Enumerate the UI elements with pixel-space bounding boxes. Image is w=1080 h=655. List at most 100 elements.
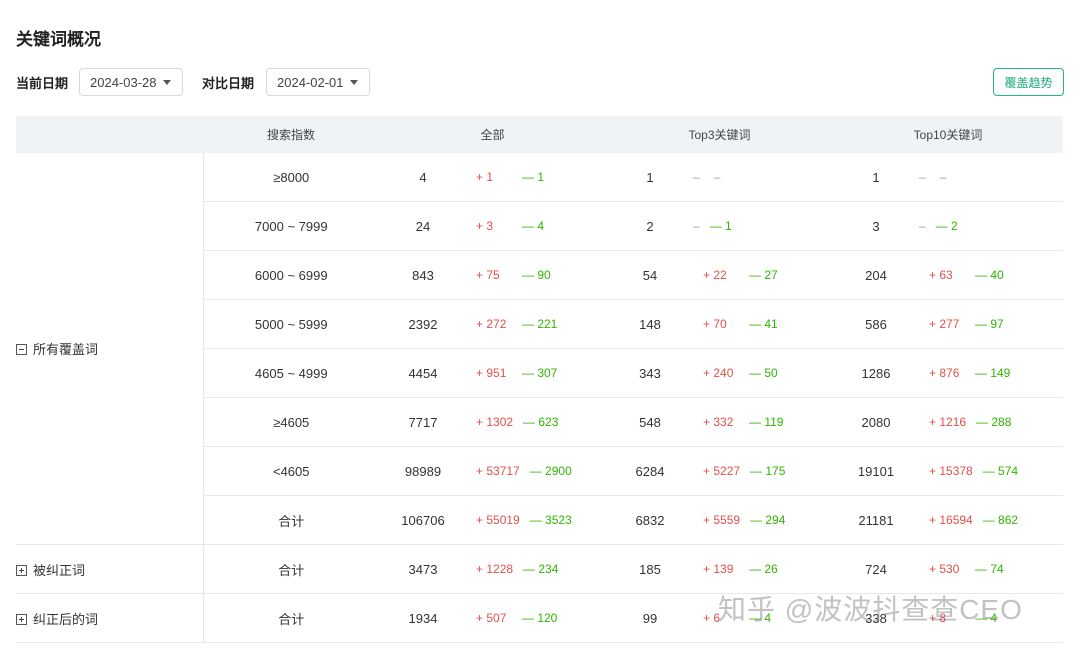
increase-value: + 277 <box>929 317 960 331</box>
current-date-label: 当前日期 <box>16 76 69 91</box>
column-header: Top3关键词 <box>606 116 833 153</box>
total-value: 54 <box>642 267 658 283</box>
range-cell: 7000 ~ 7999 <box>203 201 379 251</box>
column-header: 搜索指数 <box>203 116 379 153</box>
increase-value: + 63 <box>929 268 953 282</box>
table-header-row: 搜索指数 全部 Top3关键词 Top10关键词 <box>16 116 1063 153</box>
top10-cell: 19101 + 15378 — 574 <box>833 446 1063 496</box>
decrease-value: — 288 <box>976 415 1012 429</box>
increase-value: + 53717 <box>476 464 520 478</box>
decrease-value: — 294 <box>750 513 786 527</box>
total-value: 548 <box>639 414 661 430</box>
top10-cell: 1 – – <box>833 153 1063 202</box>
total-value: 586 <box>865 316 887 332</box>
decrease-value: – <box>939 170 947 184</box>
total-value: 148 <box>639 316 661 332</box>
range-cell: ≥8000 <box>203 153 379 202</box>
increase-value: + 1228 <box>476 562 514 576</box>
total-value: 204 <box>865 267 887 283</box>
increase-value: + 15378 <box>929 464 973 478</box>
total-value: 2080 <box>861 414 891 430</box>
total-value: 4454 <box>408 365 438 381</box>
total-value: 3473 <box>408 561 438 577</box>
decrease-value: — 97 <box>975 317 1004 331</box>
increase-value: + 5227 <box>703 464 741 478</box>
top3-cell: 343 + 240 — 50 <box>606 348 833 398</box>
expand-icon[interactable] <box>16 564 27 576</box>
current-date-select[interactable]: 2024-03-28 <box>79 68 183 96</box>
range-cell: 合计 <box>203 495 379 545</box>
group-label: 所有覆盖词 <box>33 342 99 357</box>
total-value: 1 <box>646 169 654 185</box>
top10-cell: 586 + 277 — 97 <box>833 299 1063 349</box>
increase-value: + 5559 <box>703 513 741 527</box>
increase-value: + 16594 <box>929 513 973 527</box>
increase-value: + 6 <box>703 611 721 625</box>
top3-cell: 2 – — 1 <box>606 201 833 251</box>
decrease-value: — 50 <box>749 366 778 380</box>
decrease-value: — 3523 <box>529 513 572 527</box>
top3-cell: 548 + 332 — 119 <box>606 397 833 447</box>
top3-cell: 54 + 22 — 27 <box>606 250 833 300</box>
top3-cell: 1 – – <box>606 153 833 202</box>
top10-cell: 724 + 530 — 74 <box>833 544 1063 594</box>
group-cell[interactable]: 被纠正词 <box>16 544 204 594</box>
total-value: 4 <box>419 169 427 185</box>
decrease-value: – <box>713 170 721 184</box>
increase-value: – <box>693 219 700 233</box>
total-value: 99 <box>642 610 658 626</box>
all-cell: 4 + 1 — 1 <box>379 153 606 202</box>
top10-cell: 3 – — 2 <box>833 201 1063 251</box>
decrease-value: — 2 <box>935 219 958 233</box>
increase-value: + 70 <box>703 317 727 331</box>
increase-value: – <box>919 219 926 233</box>
total-value: 6284 <box>635 463 665 479</box>
total-value: 843 <box>412 267 434 283</box>
all-cell: 3473 + 1228 — 234 <box>379 544 606 594</box>
increase-value: + 876 <box>929 366 960 380</box>
range-cell: 合计 <box>203 544 379 594</box>
compare-date-select[interactable]: 2024-02-01 <box>266 68 370 96</box>
compare-date-value: 2024-02-01 <box>277 74 344 90</box>
keyword-overview-table: 搜索指数 全部 Top3关键词 Top10关键词 所有覆盖词 ≥8000 4 + 1 — 11… <box>16 116 1063 643</box>
decrease-value: — 307 <box>522 366 558 380</box>
increase-value: + 139 <box>703 562 734 576</box>
table-row: 纠正后的词 合计 1934 + 507 — 120 99 + 6 — 4 338 + 8 — 4 <box>16 593 1063 643</box>
compare-date-label: 对比日期 <box>202 76 255 91</box>
collapse-icon[interactable] <box>16 344 27 356</box>
total-value: 3 <box>872 218 880 234</box>
decrease-value: — 623 <box>523 415 559 429</box>
increase-value: + 272 <box>476 317 507 331</box>
total-value: 24 <box>415 218 431 234</box>
top3-cell: 148 + 70 — 41 <box>606 299 833 349</box>
total-value: 343 <box>639 365 661 381</box>
increase-value: – <box>919 170 926 184</box>
all-cell: 106706 + 55019 — 3523 <box>379 495 606 545</box>
top3-cell: 99 + 6 — 4 <box>606 593 833 643</box>
group-cell[interactable]: 所有覆盖词 <box>16 153 204 545</box>
coverage-trend-button[interactable]: 覆盖趋势 <box>993 68 1064 96</box>
total-value: 106706 <box>401 512 445 528</box>
increase-value: – <box>693 170 700 184</box>
all-cell: 7717 + 1302 — 623 <box>379 397 606 447</box>
table-row: 被纠正词 合计 3473 + 1228 — 234 185 + 139 — 26 724 + 53… <box>16 544 1063 594</box>
decrease-value: — 74 <box>975 562 1004 576</box>
decrease-value: — 574 <box>982 464 1019 478</box>
decrease-value: — 175 <box>750 464 786 478</box>
range-cell: ≥4605 <box>203 397 379 447</box>
caret-down-icon <box>162 79 171 85</box>
increase-value: + 951 <box>476 366 507 380</box>
decrease-value: — 119 <box>749 415 784 429</box>
column-header: 全部 <box>379 116 606 153</box>
expand-icon[interactable] <box>16 613 27 625</box>
increase-value: + 1 <box>476 170 494 184</box>
top10-cell: 2080 + 1216 — 288 <box>833 397 1063 447</box>
total-value: 1286 <box>861 365 891 381</box>
decrease-value: — 26 <box>749 562 778 576</box>
range-cell: 4605 ~ 4999 <box>203 348 379 398</box>
increase-value: + 332 <box>703 415 734 429</box>
group-cell[interactable]: 纠正后的词 <box>16 593 204 643</box>
decrease-value: — 90 <box>522 268 551 282</box>
range-cell: <4605 <box>203 446 379 496</box>
increase-value: + 1216 <box>929 415 967 429</box>
